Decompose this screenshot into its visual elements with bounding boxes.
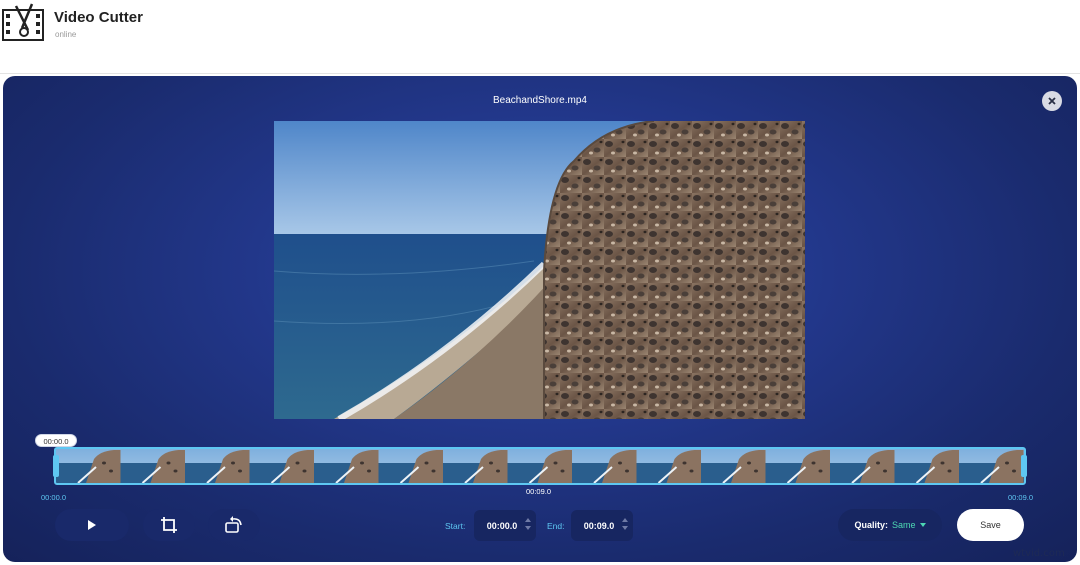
timeline-start-time: 00:00.0: [41, 493, 67, 502]
timeline-filmstrip[interactable]: [54, 447, 1026, 485]
crop-button[interactable]: [143, 509, 195, 541]
start-time-stepper[interactable]: [525, 518, 531, 534]
chevron-down-icon: [919, 523, 926, 527]
save-button[interactable]: Save: [957, 509, 1024, 541]
rotate-button[interactable]: [208, 509, 260, 541]
trim-handle-start[interactable]: [53, 455, 59, 477]
start-label: Start:: [445, 521, 466, 531]
video-frame-image: [274, 121, 805, 419]
file-name: BeachandShore.mp4: [493, 95, 587, 106]
quality-label: Quality:: [854, 520, 888, 530]
end-label: End:: [547, 521, 565, 531]
trim-handle-end[interactable]: [1021, 455, 1027, 477]
timeline-end-time: 00:09.0: [1008, 493, 1034, 502]
timeline-selection-duration: 00:09.0: [526, 487, 552, 496]
close-icon: [1048, 97, 1056, 105]
video-cutter-logo-icon[interactable]: [2, 2, 46, 42]
app-header: Video Cutter online: [0, 0, 1080, 74]
playhead-time[interactable]: 00:00.0: [35, 434, 77, 447]
rotate-icon: [225, 516, 242, 533]
app-title: Video Cutter: [54, 9, 143, 26]
quality-dropdown[interactable]: Quality: Same: [838, 509, 942, 541]
end-time-value: 00:09.0: [583, 520, 615, 531]
close-button[interactable]: [1042, 91, 1062, 111]
video-preview[interactable]: [274, 121, 805, 419]
start-time-value: 00:00.0: [486, 520, 518, 531]
end-time-stepper[interactable]: [622, 518, 628, 534]
play-icon: [88, 520, 96, 530]
crop-icon: [161, 517, 177, 533]
watermark: wtvid.com: [1013, 548, 1065, 559]
start-time-input[interactable]: 00:00.0: [474, 510, 536, 541]
app-subtitle: online: [55, 30, 77, 39]
editor-panel: BeachandShore.mp4 00:00.0 00:00.0 00:09.…: [3, 76, 1077, 562]
filmstrip-frames: [56, 449, 1024, 483]
quality-value: Same: [892, 520, 916, 530]
play-button[interactable]: [55, 509, 129, 541]
end-time-input[interactable]: 00:09.0: [571, 510, 633, 541]
